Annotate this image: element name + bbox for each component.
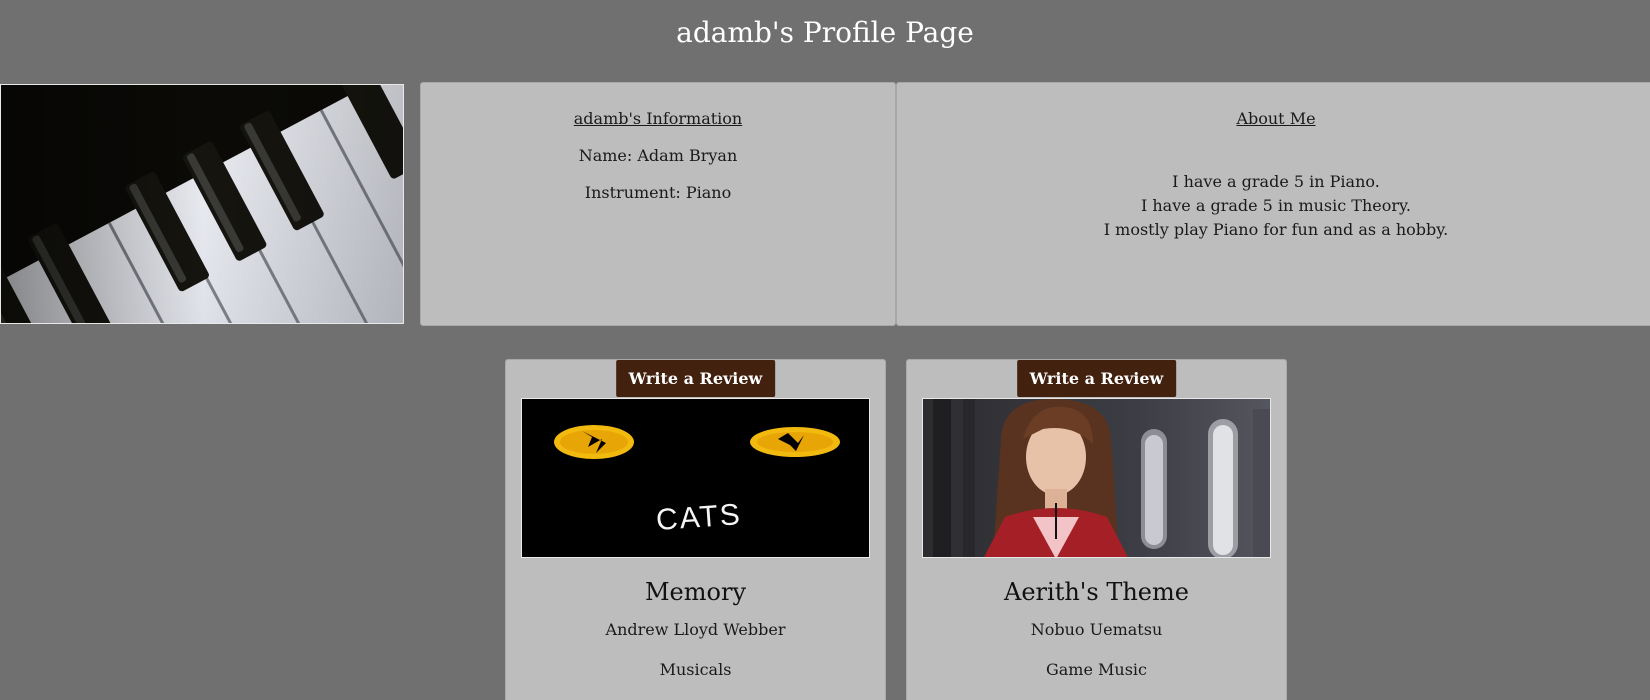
write-review-button[interactable]: Write a Review: [1016, 360, 1177, 397]
page-title: adamb's Profile Page: [676, 16, 974, 49]
song-genre: Musicals: [659, 660, 732, 679]
information-panel: adamb's Information Name: Adam Bryan Ins…: [420, 82, 896, 326]
song-title: Aerith's Theme: [1004, 578, 1189, 606]
cats-logo-text: CATS: [655, 498, 743, 537]
about-me-panel: About Me I have a grade 5 in Piano. I ha…: [896, 82, 1650, 326]
song-image: CATS: [521, 398, 870, 558]
information-heading: adamb's Information: [573, 109, 743, 128]
page-header: adamb's Profile Page: [0, 0, 1650, 82]
song-card: Write a Review Aerith's Theme Nobuo Uema…: [906, 359, 1287, 700]
about-me-heading: About Me: [1236, 109, 1316, 128]
about-me-text: I have a grade 5 in Piano. I have a grad…: [897, 170, 1650, 242]
cats-musical-icon: CATS: [522, 399, 869, 557]
song-card: Write a Review CATS Memory Andrew Lloyd …: [505, 359, 886, 700]
profile-section: adamb's Information Name: Adam Bryan Ins…: [0, 82, 1650, 326]
about-line: I have a grade 5 in Piano.: [1172, 172, 1380, 191]
song-artist: Andrew Lloyd Webber: [605, 620, 786, 639]
aerith-artwork-icon: [923, 399, 1270, 557]
write-review-button[interactable]: Write a Review: [615, 360, 776, 397]
song-artist: Nobuo Uematsu: [1030, 620, 1163, 639]
about-line: I have a grade 5 in music Theory.: [1140, 196, 1412, 215]
profile-photo: [0, 84, 404, 324]
song-genre: Game Music: [1045, 660, 1148, 679]
name-text: Name: Adam Bryan: [578, 146, 738, 165]
song-image: [922, 398, 1271, 558]
song-title: Memory: [644, 578, 746, 606]
about-line: I mostly play Piano for fun and as a hob…: [1103, 220, 1449, 239]
piano-keys-icon: [1, 85, 403, 323]
instrument-text: Instrument: Piano: [584, 183, 732, 202]
song-cards: Write a Review CATS Memory Andrew Lloyd …: [0, 359, 1650, 700]
